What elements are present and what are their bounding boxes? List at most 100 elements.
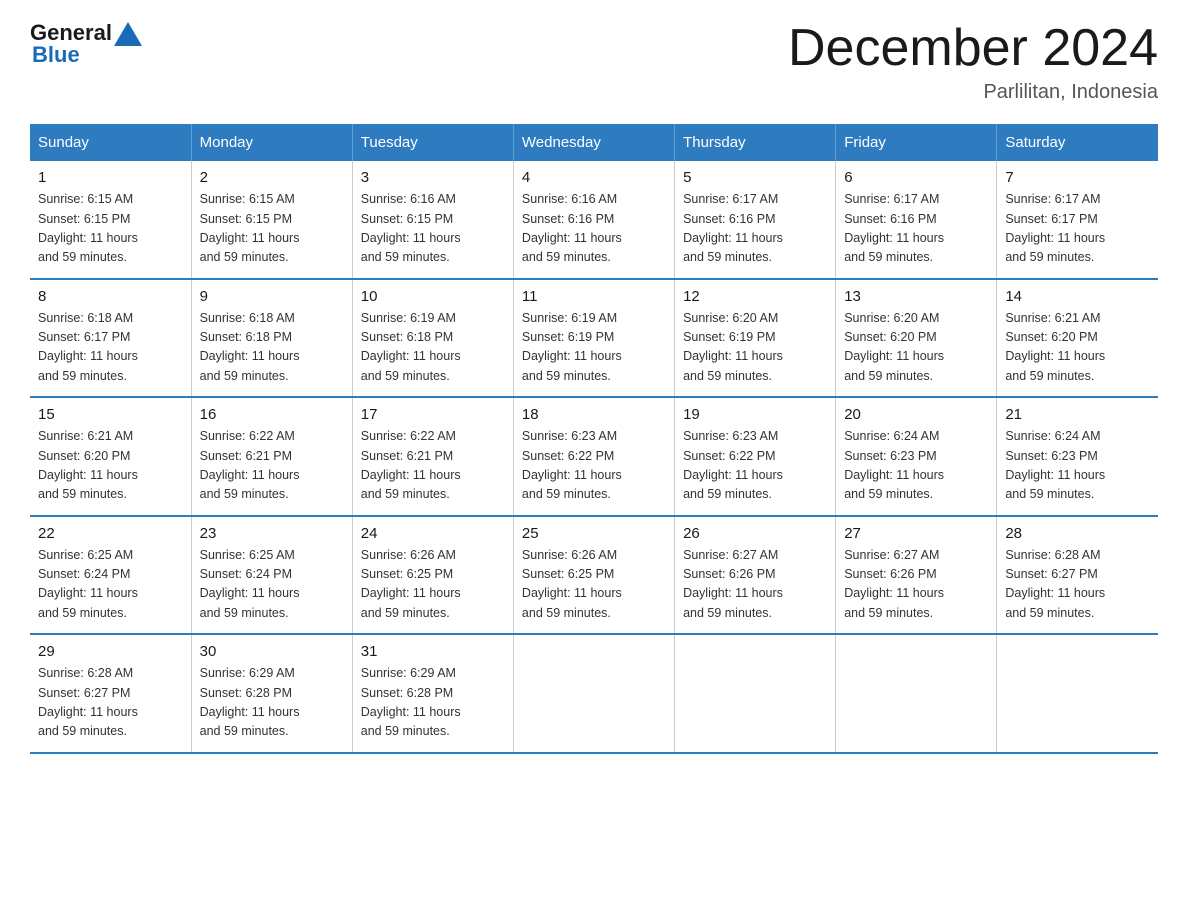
- day-info: Sunrise: 6:27 AMSunset: 6:26 PMDaylight:…: [683, 546, 827, 624]
- day-number: 2: [200, 169, 344, 186]
- logo-triangle-icon: [114, 22, 142, 46]
- day-number: 27: [844, 525, 988, 542]
- day-info: Sunrise: 6:26 AMSunset: 6:25 PMDaylight:…: [361, 546, 505, 624]
- empty-cell: [675, 634, 836, 753]
- day-info: Sunrise: 6:16 AMSunset: 6:15 PMDaylight:…: [361, 190, 505, 268]
- weekday-header-friday: Friday: [836, 124, 997, 161]
- title-block: December 2024 Parlilitan, Indonesia: [788, 20, 1158, 104]
- day-number: 15: [38, 406, 183, 423]
- day-info: Sunrise: 6:29 AMSunset: 6:28 PMDaylight:…: [361, 664, 505, 742]
- day-cell-28: 28Sunrise: 6:28 AMSunset: 6:27 PMDayligh…: [997, 516, 1158, 635]
- day-number: 3: [361, 169, 505, 186]
- day-info: Sunrise: 6:18 AMSunset: 6:18 PMDaylight:…: [200, 309, 344, 387]
- day-number: 1: [38, 169, 183, 186]
- logo: General Blue: [30, 20, 142, 68]
- day-number: 26: [683, 525, 827, 542]
- day-number: 4: [522, 169, 666, 186]
- week-row-5: 29Sunrise: 6:28 AMSunset: 6:27 PMDayligh…: [30, 634, 1158, 753]
- day-info: Sunrise: 6:25 AMSunset: 6:24 PMDaylight:…: [38, 546, 183, 624]
- day-number: 14: [1005, 288, 1150, 305]
- empty-cell: [836, 634, 997, 753]
- day-cell-4: 4 Sunrise: 6:16 AMSunset: 6:16 PMDaylight…: [513, 161, 674, 279]
- day-cell-30: 30 Sunrise: 6:29 AMSunset: 6:28 PMDayligh…: [191, 634, 352, 753]
- day-cell-18: 18 Sunrise: 6:23 AMSunset: 6:22 PMDayligh…: [513, 397, 674, 516]
- day-info: Sunrise: 6:21 AMSunset: 6:20 PMDaylight:…: [1005, 309, 1150, 387]
- day-number: 9: [200, 288, 344, 305]
- day-info: Sunrise: 6:22 AMSunset: 6:21 PMDaylight:…: [200, 427, 344, 505]
- day-cell-2: 2 Sunrise: 6:15 AMSunset: 6:15 PMDaylight…: [191, 161, 352, 279]
- day-number: 12: [683, 288, 827, 305]
- day-cell-5: 5 Sunrise: 6:17 AMSunset: 6:16 PMDaylight…: [675, 161, 836, 279]
- day-number: 28: [1005, 525, 1150, 542]
- day-cell-6: 6 Sunrise: 6:17 AMSunset: 6:16 PMDaylight…: [836, 161, 997, 279]
- day-number: 17: [361, 406, 505, 423]
- calendar-table: SundayMondayTuesdayWednesdayThursdayFrid…: [30, 124, 1158, 754]
- day-info: Sunrise: 6:15 AMSunset: 6:15 PMDaylight:…: [200, 190, 344, 268]
- day-number: 11: [522, 288, 666, 305]
- day-cell-9: 9 Sunrise: 6:18 AMSunset: 6:18 PMDaylight…: [191, 279, 352, 398]
- day-cell-16: 16 Sunrise: 6:22 AMSunset: 6:21 PMDayligh…: [191, 397, 352, 516]
- day-cell-3: 3 Sunrise: 6:16 AMSunset: 6:15 PMDaylight…: [352, 161, 513, 279]
- weekday-header-saturday: Saturday: [997, 124, 1158, 161]
- day-number: 13: [844, 288, 988, 305]
- day-info: Sunrise: 6:27 AMSunset: 6:26 PMDaylight:…: [844, 546, 988, 624]
- weekday-header-sunday: Sunday: [30, 124, 191, 161]
- day-info: Sunrise: 6:20 AMSunset: 6:20 PMDaylight:…: [844, 309, 988, 387]
- day-info: Sunrise: 6:17 AMSunset: 6:16 PMDaylight:…: [683, 190, 827, 268]
- day-number: 10: [361, 288, 505, 305]
- day-info: Sunrise: 6:24 AMSunset: 6:23 PMDaylight:…: [844, 427, 988, 505]
- day-info: Sunrise: 6:17 AMSunset: 6:16 PMDaylight:…: [844, 190, 988, 268]
- day-cell-15: 15Sunrise: 6:21 AMSunset: 6:20 PMDayligh…: [30, 397, 191, 516]
- week-row-1: 1 Sunrise: 6:15 AMSunset: 6:15 PMDaylight…: [30, 161, 1158, 279]
- day-number: 6: [844, 169, 988, 186]
- day-cell-12: 12 Sunrise: 6:20 AMSunset: 6:19 PMDayligh…: [675, 279, 836, 398]
- day-number: 31: [361, 643, 505, 660]
- day-info: Sunrise: 6:24 AMSunset: 6:23 PMDaylight:…: [1005, 427, 1150, 505]
- day-cell-8: 8 Sunrise: 6:18 AMSunset: 6:17 PMDaylight…: [30, 279, 191, 398]
- day-cell-21: 21 Sunrise: 6:24 AMSunset: 6:23 PMDayligh…: [997, 397, 1158, 516]
- day-cell-17: 17 Sunrise: 6:22 AMSunset: 6:21 PMDayligh…: [352, 397, 513, 516]
- page-header: General Blue December 2024 Parlilitan, I…: [30, 20, 1158, 104]
- day-number: 5: [683, 169, 827, 186]
- day-number: 22: [38, 525, 183, 542]
- weekday-header-thursday: Thursday: [675, 124, 836, 161]
- empty-cell: [513, 634, 674, 753]
- day-number: 25: [522, 525, 666, 542]
- day-info: Sunrise: 6:15 AMSunset: 6:15 PMDaylight:…: [38, 190, 183, 268]
- day-info: Sunrise: 6:25 AMSunset: 6:24 PMDaylight:…: [200, 546, 344, 624]
- day-number: 8: [38, 288, 183, 305]
- day-info: Sunrise: 6:17 AMSunset: 6:17 PMDaylight:…: [1005, 190, 1150, 268]
- day-cell-7: 7 Sunrise: 6:17 AMSunset: 6:17 PMDaylight…: [997, 161, 1158, 279]
- day-number: 18: [522, 406, 666, 423]
- day-number: 16: [200, 406, 344, 423]
- day-number: 7: [1005, 169, 1150, 186]
- day-info: Sunrise: 6:22 AMSunset: 6:21 PMDaylight:…: [361, 427, 505, 505]
- day-number: 19: [683, 406, 827, 423]
- day-cell-31: 31 Sunrise: 6:29 AMSunset: 6:28 PMDayligh…: [352, 634, 513, 753]
- day-info: Sunrise: 6:18 AMSunset: 6:17 PMDaylight:…: [38, 309, 183, 387]
- weekday-header-wednesday: Wednesday: [513, 124, 674, 161]
- day-cell-29: 29Sunrise: 6:28 AMSunset: 6:27 PMDayligh…: [30, 634, 191, 753]
- day-cell-11: 11 Sunrise: 6:19 AMSunset: 6:19 PMDayligh…: [513, 279, 674, 398]
- day-cell-14: 14 Sunrise: 6:21 AMSunset: 6:20 PMDayligh…: [997, 279, 1158, 398]
- day-number: 30: [200, 643, 344, 660]
- week-row-3: 15Sunrise: 6:21 AMSunset: 6:20 PMDayligh…: [30, 397, 1158, 516]
- day-cell-23: 23Sunrise: 6:25 AMSunset: 6:24 PMDayligh…: [191, 516, 352, 635]
- location-subtitle: Parlilitan, Indonesia: [788, 81, 1158, 104]
- day-info: Sunrise: 6:28 AMSunset: 6:27 PMDaylight:…: [38, 664, 183, 742]
- day-info: Sunrise: 6:20 AMSunset: 6:19 PMDaylight:…: [683, 309, 827, 387]
- day-info: Sunrise: 6:23 AMSunset: 6:22 PMDaylight:…: [683, 427, 827, 505]
- day-number: 21: [1005, 406, 1150, 423]
- month-title: December 2024: [788, 20, 1158, 77]
- weekday-header-monday: Monday: [191, 124, 352, 161]
- day-cell-19: 19 Sunrise: 6:23 AMSunset: 6:22 PMDayligh…: [675, 397, 836, 516]
- day-info: Sunrise: 6:29 AMSunset: 6:28 PMDaylight:…: [200, 664, 344, 742]
- day-info: Sunrise: 6:19 AMSunset: 6:18 PMDaylight:…: [361, 309, 505, 387]
- logo-blue-text: Blue: [32, 42, 80, 68]
- day-cell-22: 22 Sunrise: 6:25 AMSunset: 6:24 PMDayligh…: [30, 516, 191, 635]
- day-info: Sunrise: 6:19 AMSunset: 6:19 PMDaylight:…: [522, 309, 666, 387]
- week-row-2: 8 Sunrise: 6:18 AMSunset: 6:17 PMDaylight…: [30, 279, 1158, 398]
- day-info: Sunrise: 6:16 AMSunset: 6:16 PMDaylight:…: [522, 190, 666, 268]
- day-cell-13: 13 Sunrise: 6:20 AMSunset: 6:20 PMDayligh…: [836, 279, 997, 398]
- day-info: Sunrise: 6:23 AMSunset: 6:22 PMDaylight:…: [522, 427, 666, 505]
